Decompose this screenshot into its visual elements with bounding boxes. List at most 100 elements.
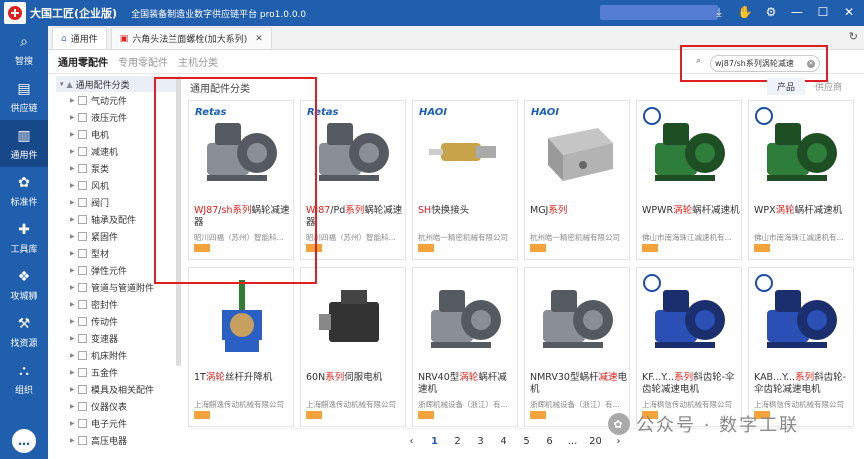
tools-icon: ✚ [18,221,30,238]
tree-item[interactable]: ▶ 电子元件 [56,415,176,432]
subnav-general[interactable]: 通用零配件 [58,54,108,69]
page-button[interactable]: 20 [584,436,607,447]
refresh-icon[interactable]: ↻ [849,30,858,43]
subnav-host[interactable]: 主机分类 [178,54,218,69]
product-name-part: KF...Y... [642,372,675,383]
caret-right-icon: ▶ [70,352,75,359]
product-name-part: 系列 [325,372,345,383]
caret-right-icon: ▶ [70,386,75,393]
clear-icon[interactable]: ✕ [807,59,815,68]
next-page-button[interactable]: › [607,436,630,447]
tree-item[interactable]: ▶ 高压电器 [56,432,176,449]
product-name-part: 伺服电机 [344,372,383,383]
page-button[interactable]: 2 [446,436,469,447]
standard-parts-icon: ✿ [18,174,30,191]
close-icon[interactable]: ✕ [840,3,858,21]
tab-suppliers[interactable]: 供应商 [805,78,852,95]
download-icon[interactable]: ⤓ [710,3,728,21]
page-button[interactable]: ... [561,436,584,447]
caret-right-icon: ▶ [70,216,75,223]
tree-item[interactable]: ▶ 机床附件 [56,347,176,364]
sidebar-item-1[interactable]: ▤ 供应链 [0,73,48,120]
tree-item[interactable]: ▶ 传动件 [56,313,176,330]
badge-icon [642,244,658,252]
product-name-part: 1T [194,372,206,383]
product-card[interactable]: 60N系列伺服电机 上海麒逸传动机械有限公司 [300,267,406,427]
tree-item[interactable]: ▶ 仪器仪表 [56,398,176,415]
product-name[interactable]: WPX涡轮蜗杆减速机 [754,205,852,217]
category-icon [78,198,87,207]
product-name-part: 系列 [345,205,365,216]
home-icon: ⌂ [61,33,67,44]
settings-icon[interactable]: ⚙ [762,3,780,21]
product-name[interactable]: NMRV30型蜗杆减速电机 [530,372,628,396]
hand-icon[interactable]: ✋ [736,3,754,21]
company-name: 上海麒逸传动机械有限公司 [306,400,396,409]
tree-item[interactable]: ▶ 五金件 [56,364,176,381]
product-name-part: 60N [306,372,326,383]
product-card[interactable]: NMRV30型蜗杆减速电机 浙辉机械设备（浙江）有... [524,267,630,427]
resource-icon: ⚒ [17,315,31,332]
product-card[interactable]: 1T涡轮丝杆升降机 上海麒逸传动机械有限公司 [188,267,294,427]
product-name[interactable]: WPWR涡轮蜗杆减速机 [642,205,740,217]
subnav-special[interactable]: 专用零配件 [118,54,168,69]
search-input[interactable]: wj87/sh系列涡轮减速 ✕ [710,55,820,72]
page-button[interactable]: 1 [423,436,446,447]
product-card[interactable]: WPWR涡轮蜗杆减速机 佛山市南海珠江减速机有... [636,100,742,260]
badge-icon [418,244,434,252]
page-button[interactable]: 4 [492,436,515,447]
tab-products[interactable]: 产品 [767,78,806,95]
sidebar-item-6[interactable]: ⚒ 找资源 [0,308,48,355]
supply-chain-icon: ▤ [17,80,31,97]
brand-logo: HAOI [531,107,560,118]
page-button[interactable]: 6 [538,436,561,447]
close-tab-icon[interactable]: ✕ [255,34,263,44]
tree-item-label: 气动元件 [91,97,128,107]
sidebar-item-3[interactable]: ✿ 标准件 [0,167,48,214]
sidebar-item-0[interactable]: ⌕ 智搜 [0,26,48,73]
product-name[interactable]: SH快换接头 [418,205,516,217]
watermark-text: 公众号 · 数字工联 [636,415,800,436]
product-name[interactable]: MGJ系列 [530,205,628,217]
tab-bolt[interactable]: ▣ 六角头法兰面螺栓(加大系列) ✕ [110,27,272,49]
user-info-blurred[interactable] [600,5,718,20]
category-icon [78,181,87,190]
product-card[interactable]: KAB...Y...系列斜齿轮-伞齿轮减速电机 上海枫信传动机械有限公司 [748,267,854,427]
app-subtitle: 全国装备制造业数字供应链平台 pro1.0.0.0 [131,9,307,20]
maximize-icon[interactable]: ☐ [814,3,832,21]
product-name[interactable]: 60N系列伺服电机 [306,372,404,384]
category-icon [78,419,87,428]
sidebar-item-7[interactable]: ⛬ 组织 [0,355,48,402]
product-card[interactable]: KF...Y...系列斜齿轮-伞齿轮减速电机 上海枫信传动机械有限公司 [636,267,742,427]
product-card[interactable]: HAOI MGJ系列 杭州皓一精密机械有限公司 [524,100,630,260]
watermark: ✿ 公众号 · 数字工联 [608,411,799,437]
product-name[interactable]: 1T涡轮丝杆升降机 [194,372,292,384]
product-name[interactable]: NRV40型涡轮蜗杆减速机 [418,372,516,396]
page-button[interactable]: 3 [469,436,492,447]
page-button[interactable]: 5 [515,436,538,447]
prev-page-button[interactable]: ‹ [400,436,423,447]
tab-common-parts[interactable]: ⌂ 通用件 [52,27,107,49]
sidebar-item-5[interactable]: ❖ 攻城狮 [0,261,48,308]
product-name[interactable]: KF...Y...系列斜齿轮-伞齿轮减速电机 [642,372,740,396]
brand-logo-icon [643,107,661,125]
product-card[interactable]: NRV40型涡轮蜗杆减速机 浙辉机械设备（浙江）有... [412,267,518,427]
caret-right-icon: ▶ [70,284,75,291]
minimize-icon[interactable]: — [788,3,806,21]
chat-icon[interactable]: … [12,429,36,453]
product-card[interactable]: WPX涡轮蜗杆减速机 佛山市南海珠江减速机有... [748,100,854,260]
search-icon: ⌕ [696,56,702,66]
tree-item[interactable]: ▶ 变速器 [56,330,176,347]
category-icon [78,164,87,173]
sidebar-item-4[interactable]: ✚ 工具库 [0,214,48,261]
caret-right-icon: ▶ [70,114,75,121]
tree-item[interactable]: ▶ 模具及相关配件 [56,381,176,398]
sidebar-item-2[interactable]: ▥ 通用件 [0,120,48,167]
tab-label: 六角头法兰面螺栓(加大系列) [132,35,248,45]
tree-item[interactable]: ▶ 密封件 [56,296,176,313]
tree-item-label: 轴承及配件 [91,216,137,226]
product-name[interactable]: WJ87/Pd系列蜗轮减速器 [306,205,404,229]
product-name[interactable]: KAB...Y...系列斜齿轮-伞齿轮减速电机 [754,372,852,396]
badge-icon [194,411,210,419]
product-card[interactable]: HAOI SH快换接头 杭州皓一精密机械有限公司 [412,100,518,260]
